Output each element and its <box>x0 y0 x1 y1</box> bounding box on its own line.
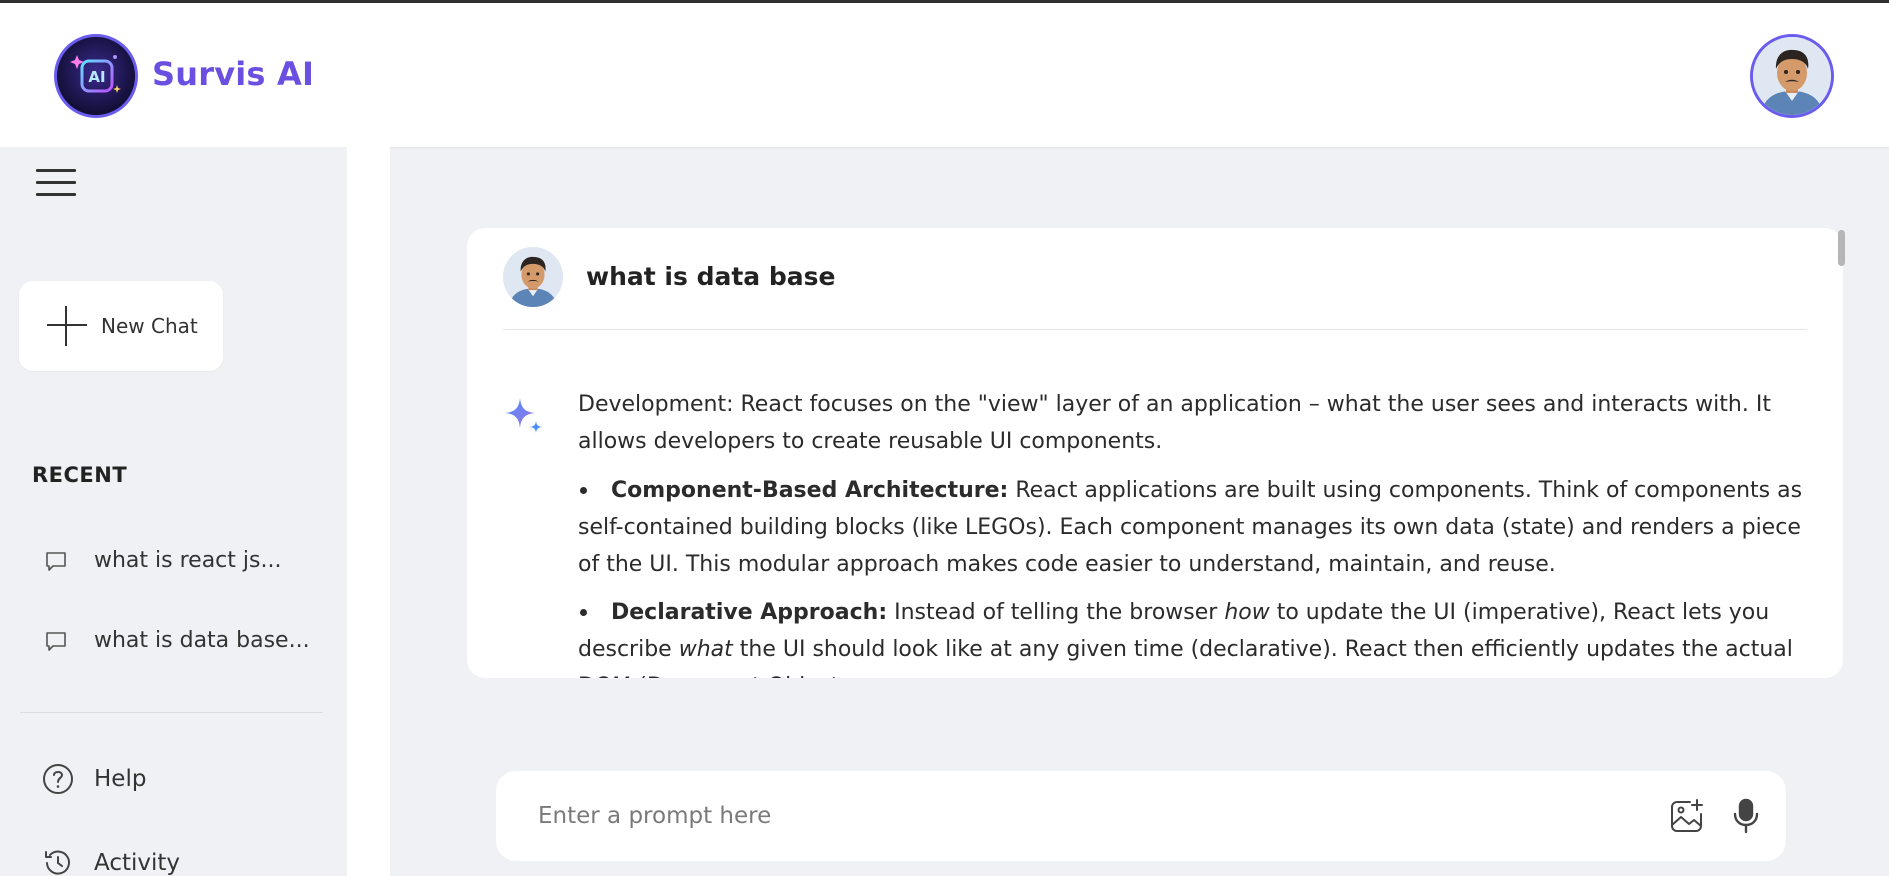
bullet-text: the UI should look like at any given tim… <box>578 637 1793 678</box>
sidebar: New Chat RECENT what is react js... what… <box>0 147 347 876</box>
ai-response: Development: React focuses on the "view"… <box>578 386 1818 678</box>
chat-card[interactable]: what is data base Development: React foc… <box>467 228 1843 678</box>
help-label: Help <box>94 766 147 792</box>
chat-scrollbar[interactable] <box>1836 228 1846 678</box>
user-avatar[interactable] <box>1750 34 1834 118</box>
chat-scrollbar-thumb[interactable] <box>1838 230 1845 266</box>
bullet-emphasis: what <box>678 637 733 662</box>
recent-item-react[interactable]: what is react js... <box>44 548 281 573</box>
activity-label: Activity <box>94 850 181 876</box>
question-divider <box>503 329 1807 330</box>
user-avatar <box>503 247 563 307</box>
response-intro: Development: React focuses on the "view"… <box>578 392 1771 454</box>
new-chat-label: New Chat <box>101 314 198 338</box>
list-item: Component-Based Architecture: React appl… <box>578 472 1818 583</box>
recent-item-database[interactable]: what is data base... <box>44 628 310 653</box>
response-bullets: Component-Based Architecture: React appl… <box>578 472 1818 678</box>
chat-bubble-icon <box>46 551 66 571</box>
recent-section-title: RECENT <box>32 463 128 487</box>
prompt-input[interactable] <box>538 795 1638 837</box>
ai-logo-icon[interactable]: AI <box>54 34 138 118</box>
activity-item[interactable]: Activity <box>42 847 180 876</box>
bullet-emphasis: how <box>1224 600 1270 625</box>
history-icon <box>45 850 70 875</box>
new-chat-button[interactable]: New Chat <box>19 281 223 371</box>
bullet-lead: Declarative Approach: <box>611 600 888 625</box>
bullet-text: Instead of telling the browser <box>887 600 1225 625</box>
bullet-lead: Component-Based Architecture: <box>611 478 1009 503</box>
plus-icon <box>45 304 89 348</box>
user-question: what is data base <box>586 262 836 291</box>
sidebar-divider <box>20 712 323 713</box>
app-title: Survis AI <box>152 55 315 93</box>
recent-item-label: what is data base... <box>94 628 310 653</box>
app-header: AI Survis AI <box>0 3 1889 147</box>
svg-text:AI: AI <box>88 68 105 86</box>
list-item: Declarative Approach: Instead of telling… <box>578 594 1818 678</box>
gemini-sparkle-icon <box>505 398 542 433</box>
prompt-bar <box>496 771 1786 861</box>
microphone-icon[interactable] <box>1728 797 1764 835</box>
sidebar-gutter <box>347 147 390 876</box>
help-item[interactable]: Help <box>42 763 146 795</box>
recent-item-label: what is react js... <box>94 548 282 573</box>
hamburger-icon[interactable] <box>36 169 76 199</box>
chat-bubble-icon <box>46 631 66 651</box>
help-circle-icon <box>43 764 73 794</box>
image-upload-icon[interactable] <box>1668 797 1706 835</box>
